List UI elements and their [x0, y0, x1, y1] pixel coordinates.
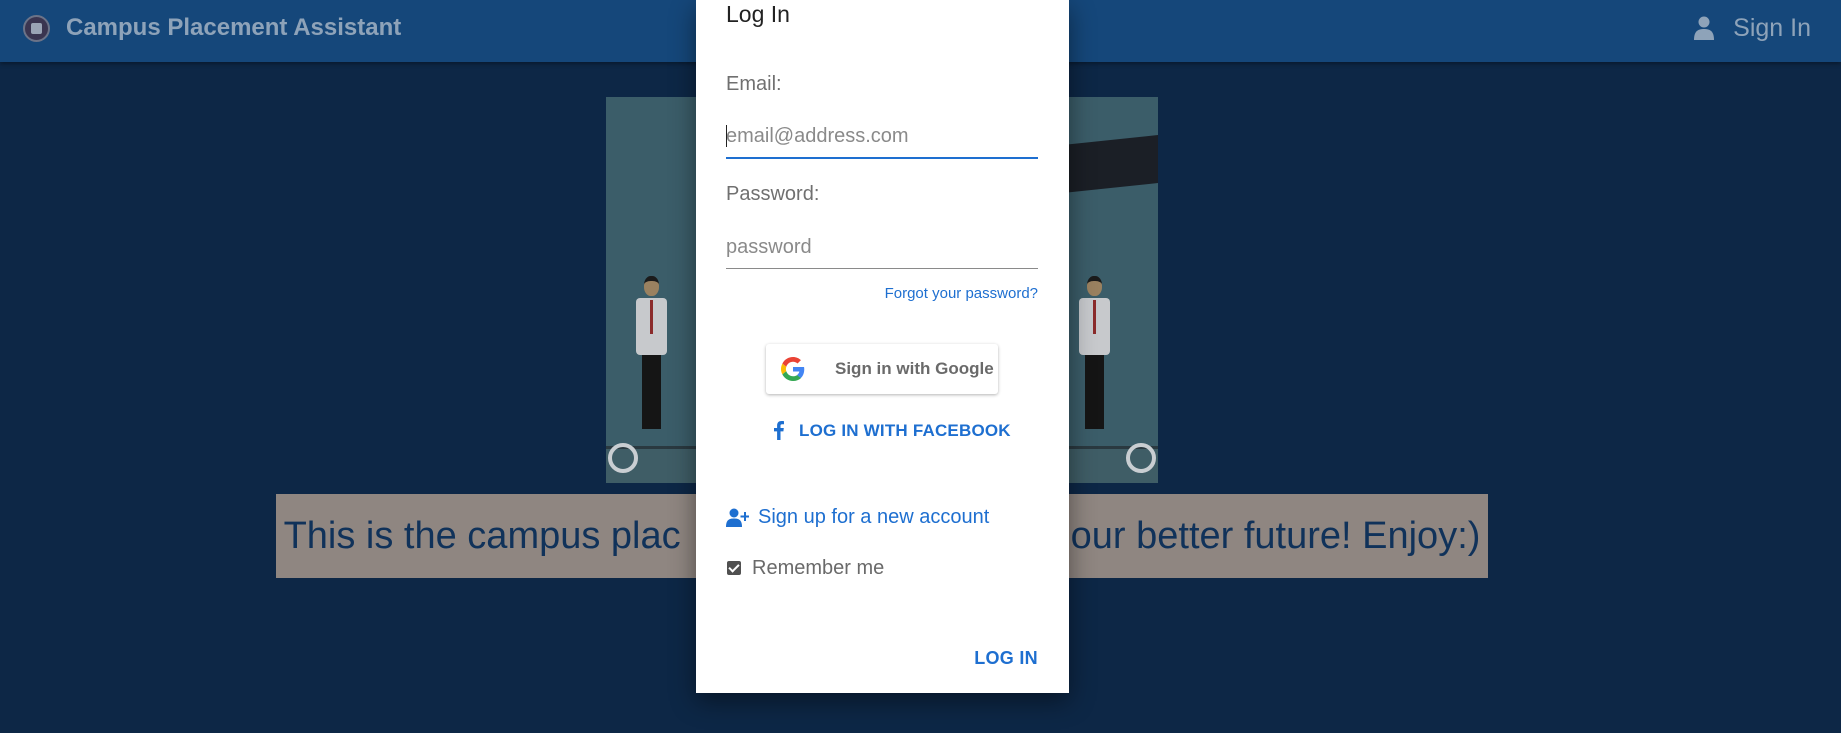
- google-icon: [781, 357, 805, 381]
- dialog-title: Log In: [726, 1, 790, 27]
- remember-me-label[interactable]: Remember me: [752, 557, 884, 580]
- app-title[interactable]: Campus Placement Assistant: [66, 14, 401, 42]
- person-figure: [1076, 276, 1112, 431]
- password-input-underline: [726, 268, 1038, 269]
- text-caret: [726, 125, 727, 147]
- email-label: Email:: [726, 73, 782, 95]
- password-label: Password:: [726, 183, 820, 205]
- wheel-icon: [1126, 443, 1156, 473]
- sign-in-link[interactable]: Sign In: [1694, 13, 1811, 43]
- login-dialog: Log In Email: Password: Forgot your pass…: [696, 0, 1069, 693]
- sign-up-link[interactable]: Sign up for a new account: [726, 504, 989, 530]
- facebook-login-button[interactable]: LOG IN WITH FACEBOOK: [774, 418, 1011, 443]
- log-in-button[interactable]: LOG IN: [974, 648, 1038, 669]
- password-input[interactable]: [726, 231, 1038, 263]
- add-user-icon: [726, 508, 749, 527]
- tagline-text-right: our better future! Enjoy:): [1070, 514, 1481, 557]
- tagline-text-left: This is the campus plac: [283, 514, 681, 557]
- college-emblem-icon[interactable]: [23, 15, 50, 42]
- forgot-password-link[interactable]: Forgot your password?: [885, 285, 1038, 302]
- user-icon: [1694, 16, 1715, 40]
- email-input[interactable]: [726, 120, 1038, 152]
- facebook-icon: [774, 421, 784, 440]
- person-figure: [633, 276, 669, 431]
- wheel-icon: [608, 443, 638, 473]
- remember-me-row: Remember me: [727, 557, 884, 579]
- sign-in-label: Sign In: [1733, 14, 1811, 42]
- email-input-underline: [726, 157, 1038, 159]
- remember-me-checkbox[interactable]: [727, 561, 741, 575]
- sign-up-label: Sign up for a new account: [758, 505, 990, 528]
- google-sign-in-button[interactable]: Sign in with Google: [766, 344, 998, 394]
- google-button-label: Sign in with Google: [835, 359, 994, 378]
- facebook-button-label: LOG IN WITH FACEBOOK: [799, 420, 1011, 440]
